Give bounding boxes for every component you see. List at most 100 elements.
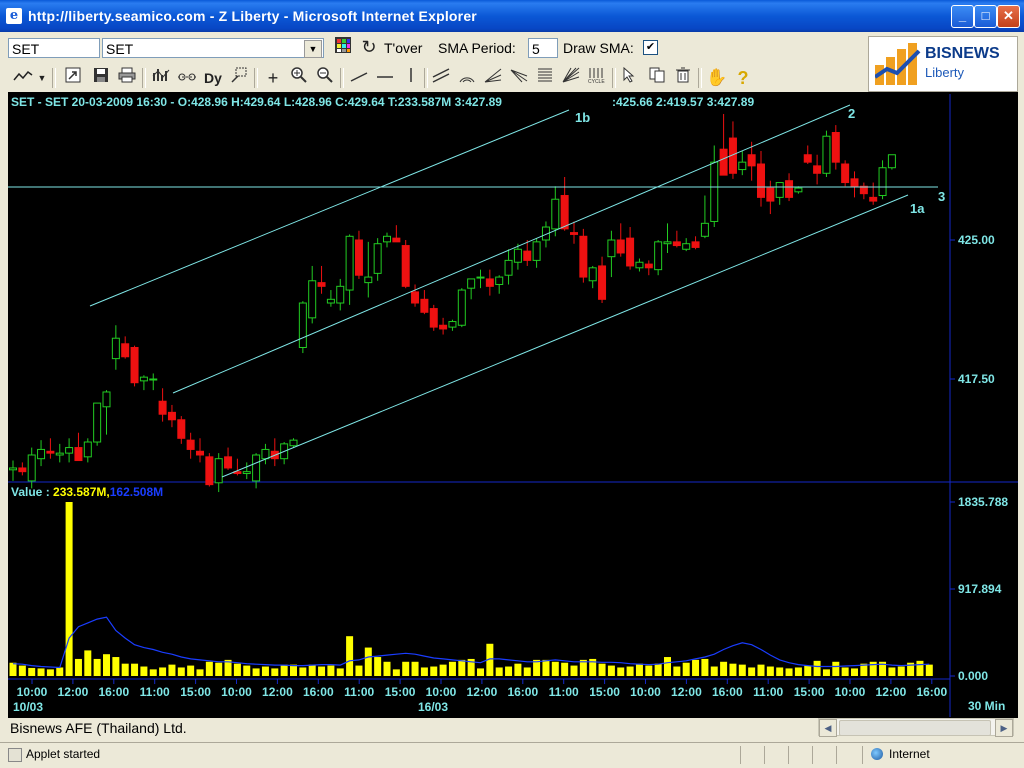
scroll-left-icon[interactable]: ◀ <box>819 719 837 737</box>
candle-body <box>252 454 261 482</box>
dropdown-arrow-icon[interactable]: ▼ <box>36 67 48 89</box>
logo-sub: Liberty <box>925 65 965 80</box>
candlestick-chart[interactable]: SET - SET 20-03-2009 16:30 - O:428.96 H:… <box>8 92 1018 718</box>
candle-body <box>74 447 83 462</box>
line-chart-icon[interactable] <box>12 67 34 89</box>
copy-icon[interactable] <box>646 67 668 89</box>
symbol-select-value: SET <box>106 41 134 57</box>
volume-bar <box>888 667 896 676</box>
maximize-button[interactable]: □ <box>974 5 997 28</box>
x-axis-label: 11:00 <box>140 685 170 699</box>
snap-icon[interactable] <box>228 67 250 89</box>
candle-body <box>598 265 607 300</box>
candle-body <box>121 343 130 358</box>
zoom-out-icon[interactable] <box>314 67 336 89</box>
candle-body <box>429 308 438 328</box>
candle-body <box>83 441 92 458</box>
volume-bar <box>710 666 718 676</box>
volume-title: Value : 233.587M,162.508M <box>11 485 163 499</box>
volume-bar <box>140 666 148 676</box>
volume-bar <box>37 668 45 676</box>
minimize-button[interactable]: _ <box>951 5 974 28</box>
candle-body <box>766 187 775 202</box>
volume-bar <box>542 659 550 676</box>
volume-bar <box>308 664 316 676</box>
grid-color-icon[interactable] <box>332 36 354 58</box>
candle-body <box>663 241 672 245</box>
chart-info-extra: :425.66 2:419.57 3:427.89 <box>612 95 754 109</box>
cycle-icon[interactable]: CYCLE <box>586 67 608 89</box>
candle-body <box>317 282 326 287</box>
tover-label[interactable]: T'over <box>384 40 422 56</box>
candle-body <box>373 243 382 274</box>
scroll-thumb[interactable] <box>839 720 991 736</box>
candle-body <box>691 241 700 248</box>
x-axis-label: 15:00 <box>385 685 416 699</box>
candle-body <box>411 291 420 304</box>
chart-area[interactable]: SET - SET 20-03-2009 16:30 - O:428.96 H:… <box>8 92 1018 718</box>
dy-icon[interactable]: Dy <box>202 67 224 89</box>
symbol-select[interactable]: SET ▼ <box>102 38 324 58</box>
print-icon[interactable] <box>116 67 138 89</box>
volume-bar <box>28 667 36 676</box>
volume-bar <box>355 665 363 676</box>
volume-bar <box>551 661 559 676</box>
help-icon[interactable]: ? <box>732 67 754 89</box>
date-label: 16/03 <box>418 700 448 714</box>
x-axis-label: 12:00 <box>876 685 907 699</box>
candle-body <box>747 154 756 167</box>
fan-icon[interactable] <box>482 67 504 89</box>
refresh-icon[interactable]: ↻ <box>358 36 380 58</box>
volume-bar <box>46 669 54 676</box>
bisnews-logo: BISNEWS Liberty <box>868 36 1018 92</box>
gann-fan-icon[interactable] <box>560 67 582 89</box>
candle-body <box>654 241 663 271</box>
vertical-line-icon[interactable] <box>400 67 422 89</box>
arc-icon[interactable] <box>456 67 478 89</box>
select-icon[interactable] <box>618 66 640 89</box>
close-button[interactable]: ✕ <box>997 5 1020 28</box>
candle-body <box>345 235 354 291</box>
volume-bar <box>729 663 737 676</box>
channel-icon[interactable] <box>430 67 452 89</box>
zoom-window-icon[interactable] <box>62 67 84 89</box>
volume-bar <box>738 664 746 676</box>
scroll-right-icon[interactable]: ▶ <box>995 719 1013 737</box>
candle-body <box>448 321 457 328</box>
candle-body <box>298 302 307 348</box>
sma-period-input[interactable]: 5 <box>528 38 558 58</box>
volume-bar <box>121 663 129 676</box>
save-icon[interactable] <box>90 67 112 89</box>
crosshair-icon[interactable]: + <box>262 67 284 89</box>
volume-bar <box>177 667 185 676</box>
channel-line-2[interactable] <box>172 104 851 394</box>
candle-body <box>495 276 504 285</box>
timeframe-label[interactable]: 30 Min <box>968 699 1005 713</box>
speed-line-icon[interactable] <box>508 67 530 89</box>
volume-bar <box>383 661 391 676</box>
symbol-input[interactable]: SET <box>8 38 100 58</box>
zoom-in-icon[interactable] <box>288 67 310 89</box>
volume-bar <box>720 661 728 676</box>
channel-line-1a[interactable] <box>221 194 909 478</box>
status-cell <box>764 746 785 764</box>
x-axis-label: 12:00 <box>262 685 293 699</box>
horizontal-scrollbar[interactable]: ◀ ▶ <box>818 718 1014 737</box>
delete-icon[interactable] <box>672 67 694 89</box>
indicator-icon[interactable] <box>150 67 172 89</box>
chevron-down-icon[interactable]: ▼ <box>304 40 322 58</box>
compare-icon[interactable] <box>176 67 198 89</box>
volume-bar <box>243 665 251 676</box>
trendline-icon[interactable] <box>348 67 370 89</box>
volume-bar <box>682 662 690 676</box>
volume-bar <box>159 667 167 676</box>
draw-sma-checkbox[interactable]: ✔ <box>643 40 658 55</box>
candle-body <box>439 324 448 330</box>
horizontal-line-icon[interactable] <box>374 67 396 89</box>
candle-body <box>822 135 831 174</box>
volume-bar <box>233 663 241 676</box>
draw-sma-label: Draw SMA: <box>563 40 634 56</box>
hand-icon[interactable]: ✋ <box>706 67 728 89</box>
fibonacci-icon[interactable] <box>534 67 556 89</box>
candle-body <box>616 239 625 254</box>
